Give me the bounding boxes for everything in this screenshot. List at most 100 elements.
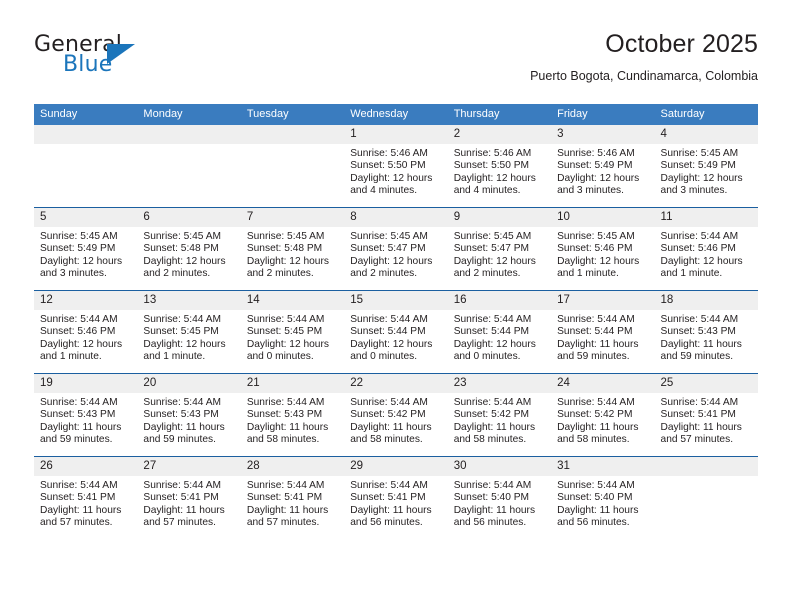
sunrise-text: Sunrise: 5:45 AM (660, 148, 739, 159)
calendar-day-cell[interactable]: 30 Sunrise: 5:44 AM Sunset: 5:40 PM Dayligh… (447, 456, 552, 539)
calendar-day-cell[interactable]: 23 Sunrise: 5:44 AM Sunset: 5:42 PM Dayligh… (447, 373, 552, 457)
calendar-day-cell[interactable]: 12 Sunrise: 5:44 AM Sunset: 5:46 PM Dayligh… (34, 290, 138, 374)
day-number: 4 (654, 125, 758, 144)
calendar-cell-empty (34, 125, 138, 208)
calendar-day-cell[interactable]: 14 Sunrise: 5:44 AM Sunset: 5:45 PM Dayligh… (240, 290, 345, 374)
calendar-day-cell[interactable]: 20 Sunrise: 5:44 AM Sunset: 5:43 PM Dayligh… (137, 373, 241, 457)
calendar-day-cell[interactable]: 29 Sunrise: 5:44 AM Sunset: 5:41 PM Dayligh… (344, 456, 448, 539)
day-info: Sunrise: 5:44 AM Sunset: 5:43 PM Daylight:… (34, 393, 137, 447)
calendar-day-cell[interactable]: 6 Sunrise: 5:45 AM Sunset: 5:48 PM Daylight… (137, 207, 241, 291)
daylight-text: Daylight: 11 hours and 58 minutes. (246, 421, 329, 446)
day-number (240, 125, 345, 144)
daylight-text: Daylight: 11 hours and 59 minutes. (143, 421, 225, 446)
day-cell-inner: 23 Sunrise: 5:44 AM Sunset: 5:42 PM Dayligh… (447, 374, 552, 456)
calendar-day-cell[interactable]: 28 Sunrise: 5:44 AM Sunset: 5:41 PM Dayligh… (240, 456, 345, 539)
calendar-day-cell[interactable]: 11 Sunrise: 5:44 AM Sunset: 5:46 PM Dayligh… (654, 207, 758, 291)
calendar-day-cell[interactable]: 31 Sunrise: 5:44 AM Sunset: 5:40 PM Dayligh… (551, 456, 655, 539)
day-cell-inner: 6 Sunrise: 5:45 AM Sunset: 5:48 PM Daylight… (137, 208, 241, 290)
calendar-day-cell[interactable]: 17 Sunrise: 5:44 AM Sunset: 5:44 PM Dayligh… (551, 290, 655, 374)
day-info: Sunrise: 5:44 AM Sunset: 5:40 PM Daylight:… (448, 476, 551, 530)
day-info: Sunrise: 5:44 AM Sunset: 5:46 PM Daylight:… (34, 310, 137, 364)
day-cell-inner: 20 Sunrise: 5:44 AM Sunset: 5:43 PM Dayligh… (137, 374, 241, 456)
daylight-text: Daylight: 11 hours and 57 minutes. (246, 504, 329, 529)
sunrise-text: Sunrise: 5:44 AM (453, 397, 532, 408)
calendar-day-cell[interactable]: 4 Sunrise: 5:45 AM Sunset: 5:49 PM Daylight… (654, 125, 758, 208)
sunset-text: Sunset: 5:42 PM (453, 409, 530, 421)
day-number: 31 (551, 457, 655, 476)
weekday-header-row: Sunday Monday Tuesday Wednesday Thursday… (34, 104, 758, 125)
day-info: Sunrise: 5:44 AM Sunset: 5:44 PM Daylight:… (344, 310, 447, 364)
day-number: 16 (447, 291, 552, 310)
sunset-text: Sunset: 5:42 PM (350, 409, 426, 421)
sunset-text: Sunset: 5:46 PM (40, 326, 116, 338)
calendar-day-cell[interactable]: 22 Sunrise: 5:44 AM Sunset: 5:42 PM Dayligh… (344, 373, 448, 457)
calendar-day-cell[interactable]: 25 Sunrise: 5:44 AM Sunset: 5:41 PM Dayligh… (654, 373, 758, 457)
day-info: Sunrise: 5:44 AM Sunset: 5:43 PM Daylight:… (655, 310, 758, 364)
day-info: Sunrise: 5:44 AM Sunset: 5:41 PM Daylight:… (655, 393, 758, 447)
calendar-day-cell[interactable]: 1 Sunrise: 5:46 AM Sunset: 5:50 PM Daylight… (344, 125, 448, 208)
calendar-day-cell[interactable]: 7 Sunrise: 5:45 AM Sunset: 5:48 PM Daylight… (240, 207, 345, 291)
calendar-day-cell[interactable]: 18 Sunrise: 5:44 AM Sunset: 5:43 PM Dayligh… (654, 290, 758, 374)
weekday-header-friday: Friday (551, 104, 655, 125)
daylight-text: Daylight: 11 hours and 59 minutes. (40, 421, 122, 446)
day-number: 23 (447, 374, 552, 393)
day-info: Sunrise: 5:46 AM Sunset: 5:50 PM Daylight:… (344, 144, 447, 198)
calendar-day-cell[interactable]: 26 Sunrise: 5:44 AM Sunset: 5:41 PM Dayligh… (34, 456, 138, 539)
day-number: 8 (344, 208, 448, 227)
sunrise-text: Sunrise: 5:44 AM (246, 480, 325, 491)
logo-text-blue: Blue (63, 52, 113, 77)
day-cell-inner: 26 Sunrise: 5:44 AM Sunset: 5:41 PM Dayligh… (34, 457, 138, 539)
daylight-text: Daylight: 12 hours and 2 minutes. (453, 255, 536, 280)
calendar-day-cell[interactable]: 13 Sunrise: 5:44 AM Sunset: 5:45 PM Dayligh… (137, 290, 241, 374)
calendar-day-cell[interactable]: 21 Sunrise: 5:44 AM Sunset: 5:43 PM Dayligh… (240, 373, 345, 457)
day-number: 1 (344, 125, 448, 144)
day-cell-inner: 7 Sunrise: 5:45 AM Sunset: 5:48 PM Daylight… (240, 208, 345, 290)
day-info: Sunrise: 5:44 AM Sunset: 5:45 PM Daylight:… (241, 310, 344, 364)
sunset-text: Sunset: 5:50 PM (350, 160, 426, 172)
calendar-day-cell[interactable]: 16 Sunrise: 5:44 AM Sunset: 5:44 PM Dayligh… (447, 290, 552, 374)
sunset-text: Sunset: 5:47 PM (453, 243, 530, 255)
calendar-day-cell[interactable]: 3 Sunrise: 5:46 AM Sunset: 5:49 PM Daylight… (551, 125, 655, 208)
daylight-text: Daylight: 12 hours and 1 minute. (40, 338, 123, 363)
day-cell-inner: 8 Sunrise: 5:45 AM Sunset: 5:47 PM Daylight… (344, 208, 448, 290)
weekday-header-wednesday: Wednesday (344, 104, 448, 125)
calendar-week-row: 5 Sunrise: 5:45 AM Sunset: 5:49 PM Daylight… (34, 207, 758, 291)
weekday-header-sunday: Sunday (34, 104, 138, 125)
sunrise-text: Sunrise: 5:46 AM (557, 148, 635, 159)
day-info: Sunrise: 5:46 AM Sunset: 5:49 PM Daylight:… (551, 144, 654, 198)
day-cell-inner: 13 Sunrise: 5:44 AM Sunset: 5:45 PM Dayligh… (137, 291, 241, 373)
calendar-day-cell[interactable]: 27 Sunrise: 5:44 AM Sunset: 5:41 PM Dayligh… (137, 456, 241, 539)
day-number: 22 (344, 374, 448, 393)
daylight-text: Daylight: 11 hours and 58 minutes. (350, 421, 432, 446)
calendar-day-cell[interactable]: 24 Sunrise: 5:44 AM Sunset: 5:42 PM Dayligh… (551, 373, 655, 457)
day-info: Sunrise: 5:45 AM Sunset: 5:48 PM Daylight:… (241, 227, 344, 281)
sunrise-text: Sunrise: 5:44 AM (557, 480, 635, 491)
calendar-day-cell[interactable]: 15 Sunrise: 5:44 AM Sunset: 5:44 PM Dayligh… (344, 290, 448, 374)
day-number: 7 (240, 208, 345, 227)
day-number: 17 (551, 291, 655, 310)
calendar-day-cell[interactable]: 2 Sunrise: 5:46 AM Sunset: 5:50 PM Daylight… (447, 125, 552, 208)
day-cell-inner: 11 Sunrise: 5:44 AM Sunset: 5:46 PM Dayligh… (654, 208, 758, 290)
day-info: Sunrise: 5:44 AM Sunset: 5:43 PM Daylight:… (137, 393, 240, 447)
day-number: 9 (447, 208, 552, 227)
day-number (137, 125, 241, 144)
calendar-day-cell[interactable]: 5 Sunrise: 5:45 AM Sunset: 5:49 PM Daylight… (34, 207, 138, 291)
day-cell-inner: 5 Sunrise: 5:45 AM Sunset: 5:49 PM Daylight… (34, 208, 138, 290)
day-cell-inner (240, 125, 345, 207)
daylight-text: Daylight: 12 hours and 3 minutes. (40, 255, 123, 280)
day-info: Sunrise: 5:44 AM Sunset: 5:44 PM Daylight:… (448, 310, 551, 364)
day-info: Sunrise: 5:44 AM Sunset: 5:41 PM Daylight:… (34, 476, 137, 530)
day-cell-inner: 25 Sunrise: 5:44 AM Sunset: 5:41 PM Dayligh… (654, 374, 758, 456)
day-info: Sunrise: 5:44 AM Sunset: 5:41 PM Daylight:… (137, 476, 240, 530)
sunrise-text: Sunrise: 5:45 AM (350, 231, 428, 242)
daylight-text: Daylight: 12 hours and 0 minutes. (453, 338, 536, 363)
day-cell-inner (137, 125, 241, 207)
calendar-day-cell[interactable]: 9 Sunrise: 5:45 AM Sunset: 5:47 PM Daylight… (447, 207, 552, 291)
calendar-day-cell[interactable]: 10 Sunrise: 5:45 AM Sunset: 5:46 PM Dayligh… (551, 207, 655, 291)
sunrise-text: Sunrise: 5:45 AM (40, 231, 118, 242)
sunset-text: Sunset: 5:43 PM (40, 409, 116, 421)
calendar-day-cell[interactable]: 8 Sunrise: 5:45 AM Sunset: 5:47 PM Daylight… (344, 207, 448, 291)
daylight-text: Daylight: 12 hours and 3 minutes. (660, 172, 743, 197)
general-blue-logo[interactable]: General Blue (34, 32, 204, 90)
calendar-day-cell[interactable]: 19 Sunrise: 5:44 AM Sunset: 5:43 PM Dayligh… (34, 373, 138, 457)
